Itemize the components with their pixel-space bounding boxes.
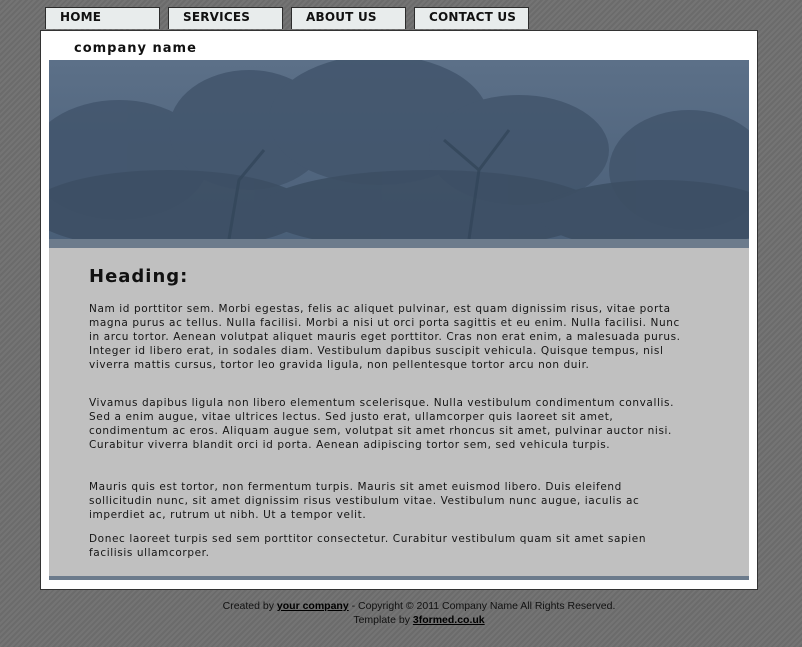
main-content: Heading: Nam id porttitor sem. Morbi ege… <box>49 248 749 576</box>
nav-tab-services[interactable]: SERVICES <box>168 7 283 29</box>
nav-tab-home[interactable]: HOME <box>45 7 160 29</box>
footer-template-credit: Template by 3formed.co.uk <box>0 614 802 626</box>
content-paragraph-2: Vivamus dapibus ligula non libero elemen… <box>89 397 675 451</box>
footer-template-link[interactable]: 3formed.co.uk <box>413 614 485 626</box>
footer-copyright: - Copyright © 2011 Company Name All Righ… <box>351 600 616 612</box>
header-banner-image <box>49 60 749 239</box>
trees-banner-graphic <box>49 60 749 239</box>
footer-created-by: Created by <box>222 600 274 612</box>
content-paragraph-3: Mauris quis est tortor, non fermentum tu… <box>89 481 640 521</box>
nav-tab-about-us[interactable]: ABOUT US <box>291 7 406 29</box>
company-name: company name <box>74 41 197 56</box>
content-heading: Heading: <box>89 266 189 287</box>
footer-template-by: Template by <box>353 614 410 626</box>
content-paragraph-1: Nam id porttitor sem. Morbi egestas, fel… <box>89 303 681 371</box>
content-paragraph-4: Donec laoreet turpis sed sem porttitor c… <box>89 533 647 559</box>
nav-tab-contact-us[interactable]: CONTACT US <box>414 7 529 29</box>
footer-company-link[interactable]: your company <box>277 600 349 612</box>
banner-divider-bar <box>49 239 749 248</box>
content-divider-bar <box>49 576 749 580</box>
footer-credits: Created by your company - Copyright © 20… <box>0 600 802 612</box>
page-frame: company name Heading: Nam id porttitor s… <box>40 30 758 590</box>
